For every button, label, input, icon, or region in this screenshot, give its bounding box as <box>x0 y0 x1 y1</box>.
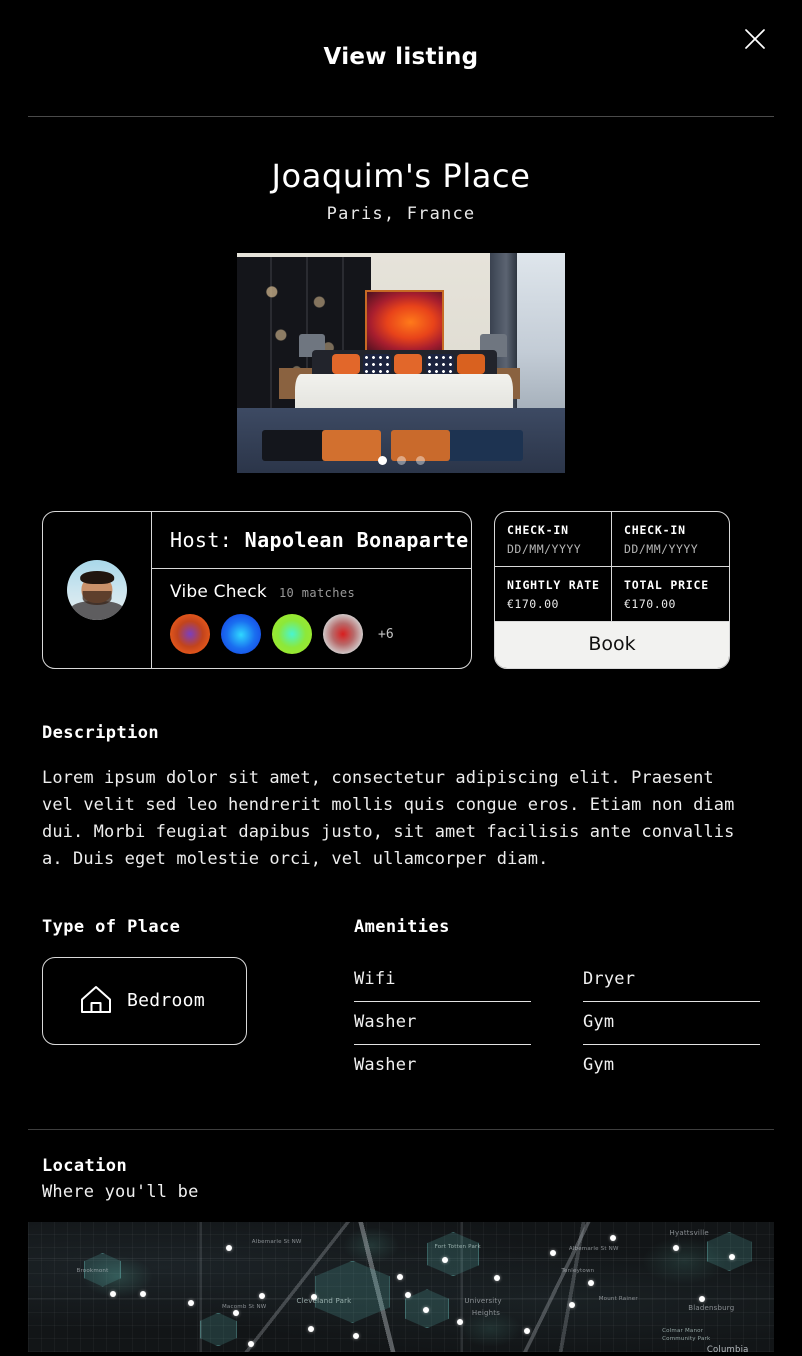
map-label: University <box>464 1297 502 1306</box>
location-divider <box>28 1128 774 1130</box>
location-title: Location <box>42 1155 128 1176</box>
listing-location: Paris, France <box>326 204 476 225</box>
carousel-dots <box>236 456 566 466</box>
listing-header: Joaquim's Place Paris, France <box>0 117 802 224</box>
host-label: Host: <box>170 528 233 553</box>
location-map[interactable]: Albemarle St NW Albemarle St NW Brookmont M… <box>28 1221 774 1352</box>
vibe-check-title: Vibe Check <box>170 582 267 603</box>
map-label: Hyattsville <box>669 1229 709 1238</box>
carousel-dot-1[interactable] <box>377 456 387 466</box>
close-icon[interactable] <box>732 16 778 62</box>
vibe-orb-orange[interactable] <box>170 614 210 655</box>
listing-photo-carousel[interactable] <box>236 252 566 475</box>
map-label: Heights <box>471 1308 501 1317</box>
check-in-field-2[interactable]: CHECK-IN DD/MM/YYYY <box>612 512 729 568</box>
avatar <box>67 560 127 621</box>
map-marker[interactable] <box>352 1333 359 1340</box>
map-label: Cleveland Park <box>296 1297 352 1306</box>
map-label: Colmar Manor <box>662 1328 704 1335</box>
type-amenities-row: Type of Place Bedroom Amenities Wifi Dry… <box>42 917 760 1087</box>
description-body: Lorem ipsum dolor sit amet, consectetur … <box>42 768 735 869</box>
host-details: Host: Napolean Bonaparte Vibe Check 10 m… <box>152 512 471 668</box>
book-button[interactable]: Book <box>495 622 729 669</box>
total-price-label: TOTAL PRICE <box>624 578 709 593</box>
map-label: Columbia <box>706 1345 749 1352</box>
nightly-rate-label: NIGHTLY RATE <box>507 578 600 593</box>
total-price-field: TOTAL PRICE €170.00 <box>612 567 729 623</box>
description-title: Description <box>42 723 159 744</box>
vibe-orb-green[interactable] <box>272 614 312 655</box>
amenities-section: Amenities Wifi Dryer Washer Gym Washer G… <box>354 917 760 1087</box>
house-icon <box>79 983 113 1019</box>
location-section: Location Where you'll be <box>42 1156 760 1202</box>
carousel-dot-3[interactable] <box>415 456 425 466</box>
listing-photo <box>236 252 566 475</box>
vibe-orb-red[interactable] <box>323 614 363 655</box>
location-subtitle: Where you'll be <box>42 1181 199 1202</box>
type-of-place-label: Bedroom <box>127 990 205 1012</box>
vibe-match-count: 10 matches <box>278 586 356 601</box>
host-name-row: Host: Napolean Bonaparte <box>152 512 471 570</box>
map-marker[interactable] <box>442 1256 449 1263</box>
vibe-check-header: Vibe Check 10 matches <box>170 582 471 602</box>
map-label: Fort Totten Park <box>434 1243 481 1250</box>
nightly-rate-value: €170.00 <box>507 597 559 612</box>
vibe-orb-blue[interactable] <box>221 614 261 655</box>
map-label: Brookmont <box>76 1268 109 1275</box>
map-label: Macomb St NW <box>221 1303 267 1310</box>
map-label: Tenleytown <box>561 1268 595 1275</box>
amenities-grid: Wifi Dryer Washer Gym Washer Gym <box>354 959 760 1087</box>
listing-name: Joaquim's Place <box>271 157 531 195</box>
check-in-value-2: DD/MM/YYYY <box>624 542 699 557</box>
page-title: View listing <box>323 44 479 70</box>
check-in-field-1[interactable]: CHECK-IN DD/MM/YYYY <box>495 512 612 568</box>
map-marker[interactable] <box>225 1245 232 1252</box>
map-label: Bladensburg <box>688 1303 735 1312</box>
check-in-value-1: DD/MM/YYYY <box>507 542 582 557</box>
host-card: Host: Napolean Bonaparte Vibe Check 10 m… <box>42 511 472 670</box>
map-marker[interactable] <box>110 1290 117 1297</box>
booking-card: CHECK-IN DD/MM/YYYY CHECK-IN DD/MM/YYYY … <box>494 511 730 670</box>
vibe-orb-list: +6 <box>170 614 471 655</box>
type-of-place-title: Type of Place <box>42 916 181 937</box>
type-of-place-section: Type of Place Bedroom <box>42 917 354 1087</box>
map-marker[interactable] <box>397 1273 404 1280</box>
vibe-orb-more-count[interactable]: +6 <box>378 627 394 642</box>
amenity-item: Dryer <box>583 959 760 1002</box>
amenity-item: Gym <box>583 1002 760 1045</box>
amenity-item: Washer <box>354 1054 417 1075</box>
check-in-label-1: CHECK-IN <box>507 523 569 538</box>
booking-grid: CHECK-IN DD/MM/YYYY CHECK-IN DD/MM/YYYY … <box>495 512 729 623</box>
map-marker[interactable] <box>404 1291 411 1298</box>
map-label: Albemarle St NW <box>568 1246 619 1253</box>
map-marker[interactable] <box>609 1234 616 1241</box>
info-cards-row: Host: Napolean Bonaparte Vibe Check 10 m… <box>42 511 760 670</box>
map-label: Mount Rainer <box>598 1295 638 1302</box>
carousel-dot-2[interactable] <box>396 456 406 466</box>
amenity-item: Wifi <box>354 959 531 1002</box>
total-price-value: €170.00 <box>624 597 676 612</box>
map-marker[interactable] <box>587 1280 594 1287</box>
view-listing-modal: View listing Joaquim's Place Paris, Fran… <box>0 0 802 1356</box>
description-section: Description Lorem ipsum dolor sit amet, … <box>42 723 760 872</box>
map-label: Community Park <box>662 1336 711 1343</box>
nightly-rate-field: NIGHTLY RATE €170.00 <box>495 567 612 623</box>
check-in-label-2: CHECK-IN <box>624 523 686 538</box>
avatar-cell <box>43 512 152 669</box>
amenity-item: Washer <box>354 1002 531 1045</box>
amenity-item: Gym <box>583 1054 615 1075</box>
type-of-place-option-bedroom[interactable]: Bedroom <box>42 956 247 1045</box>
host-name: Napolean Bonaparte <box>244 528 469 553</box>
modal-header: View listing <box>0 0 802 116</box>
map-marker[interactable] <box>307 1325 314 1332</box>
vibe-check-section: Vibe Check 10 matches +6 <box>152 569 471 668</box>
amenities-title: Amenities <box>354 916 450 937</box>
map-label: Albemarle St NW <box>251 1238 302 1245</box>
map-marker[interactable] <box>139 1290 146 1297</box>
